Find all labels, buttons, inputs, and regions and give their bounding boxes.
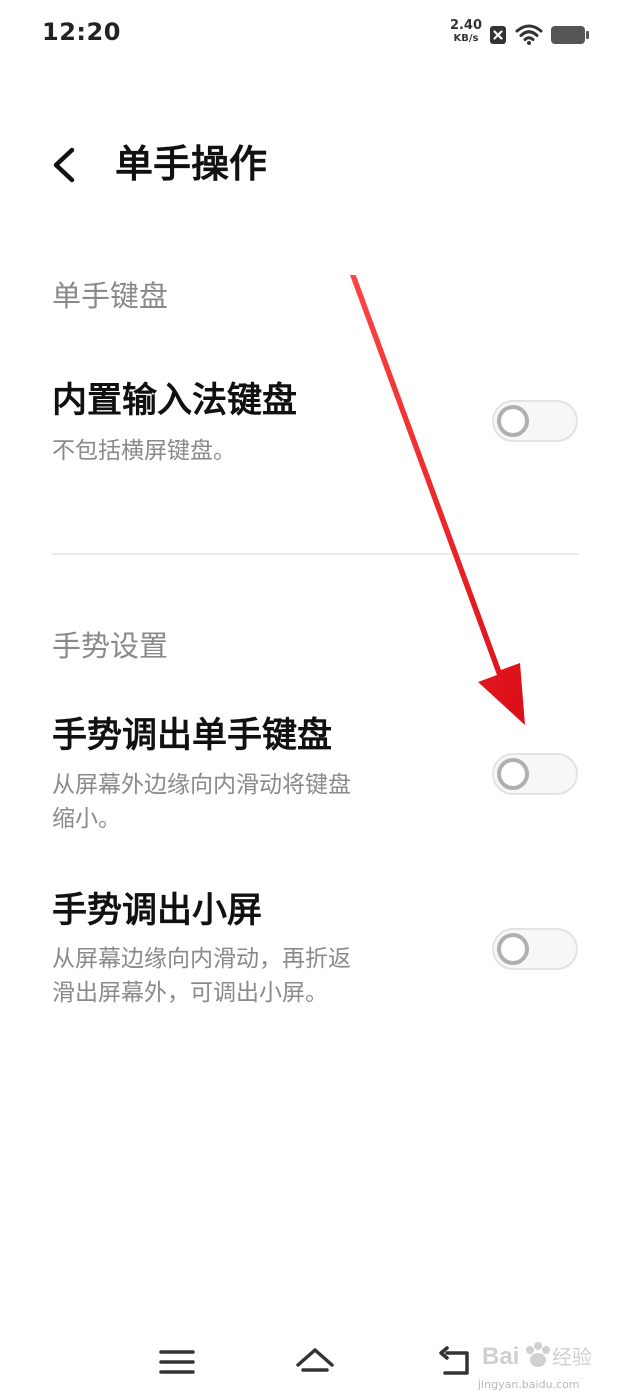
section-header-keyboard: 单手键盘 (52, 279, 169, 313)
toggle-knob (497, 758, 529, 790)
status-bar: 12:20 2.40 KB/s (0, 0, 630, 68)
item-desc-gesture-small-screen: 从屏幕边缘向内滑动，再折返 滑出屏幕外，可调出小屏。 (52, 942, 432, 1010)
baidu-paw-logo-icon: Bai 经验 (482, 1342, 592, 1370)
network-speed-unit: KB/s (453, 33, 479, 44)
toggle-knob (497, 933, 529, 965)
status-time: 12:20 (42, 18, 121, 46)
item-desc-line: 从屏幕边缘向内滑动，再折返 (52, 946, 351, 972)
toggle-gesture-small-screen[interactable] (492, 928, 578, 970)
page-title: 单手操作 (115, 142, 268, 186)
item-desc-line: 从屏幕外边缘向内滑动将键盘 (52, 772, 351, 798)
menu-icon[interactable] (155, 1340, 199, 1384)
watermark: Bai 经验 jingyan.baidu.com (478, 1330, 598, 1391)
wifi-icon (515, 24, 543, 45)
item-title-gesture-small-screen: 手势调出小屏 (52, 891, 263, 931)
annotation-arrow-icon (350, 275, 525, 725)
svg-text:Bai: Bai (482, 1343, 519, 1370)
home-icon[interactable] (293, 1340, 337, 1384)
back-icon[interactable] (433, 1340, 477, 1384)
svg-text:经验: 经验 (552, 1345, 592, 1369)
item-title-builtin-keyboard: 内置输入法键盘 (52, 381, 298, 421)
network-speed: 2.40 KB/s (446, 19, 486, 45)
back-button[interactable] (40, 138, 90, 192)
battery-icon (551, 26, 589, 44)
item-desc-gesture-keyboard: 从屏幕外边缘向内滑动将键盘 缩小。 (52, 768, 432, 836)
item-desc-line: 滑出屏幕外，可调出小屏。 (52, 980, 328, 1006)
network-speed-value: 2.40 (449, 18, 483, 33)
sim-x-icon (490, 26, 506, 44)
item-title-gesture-keyboard: 手势调出单手键盘 (52, 716, 333, 756)
watermark-url: jingyan.baidu.com (478, 1378, 580, 1391)
section-header-gesture: 手势设置 (52, 629, 169, 663)
chevron-left-icon (53, 147, 75, 183)
toggle-gesture-keyboard[interactable] (492, 753, 578, 795)
item-desc-line: 缩小。 (52, 806, 121, 832)
